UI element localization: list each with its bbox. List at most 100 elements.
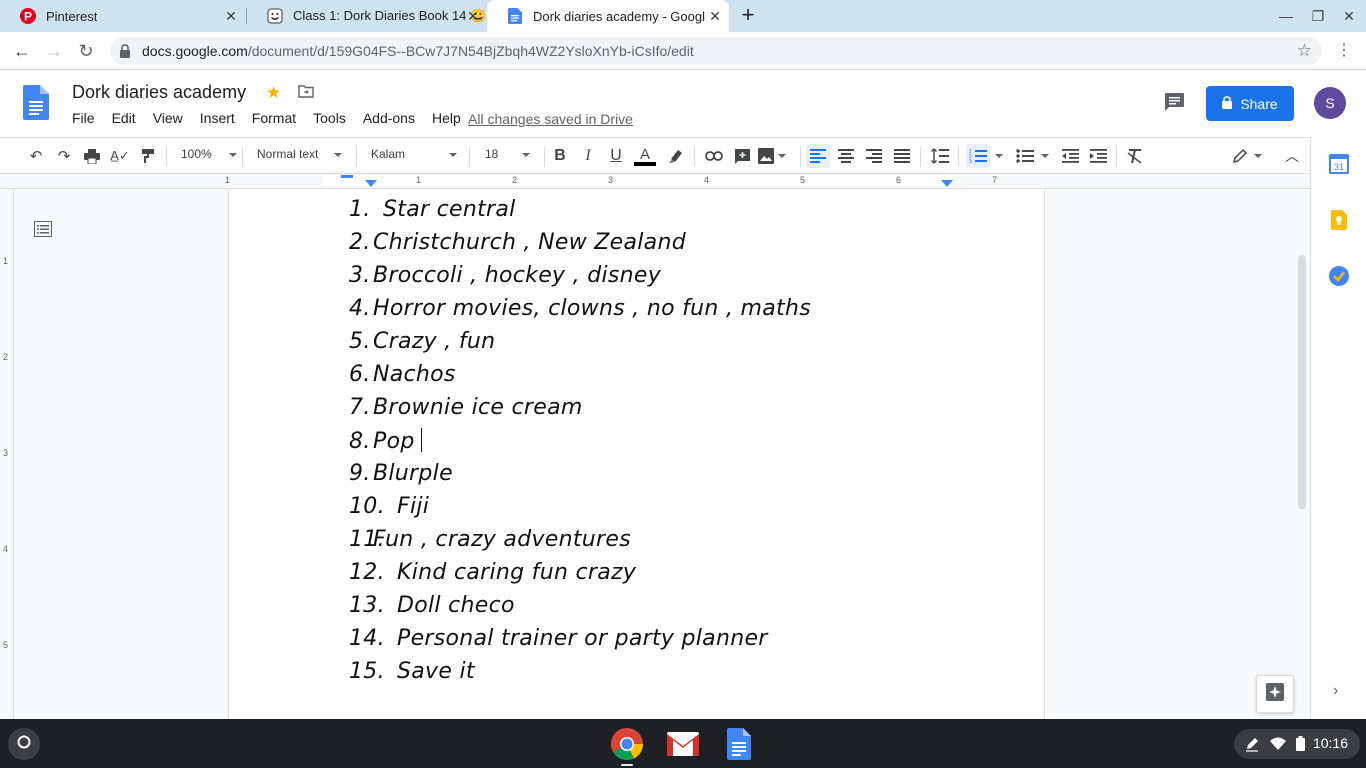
line-spacing-icon[interactable] — [928, 144, 952, 168]
list-item[interactable]: 14. Personal trainer or party planner — [349, 626, 768, 651]
spellcheck-icon[interactable]: A̲✓ — [108, 144, 132, 168]
browser-menu-icon[interactable]: ⋮ — [1336, 40, 1352, 60]
comments-icon[interactable] — [1164, 92, 1185, 117]
left-indent-marker[interactable] — [365, 180, 377, 187]
paragraph-style-select[interactable]: Normal text — [257, 147, 343, 161]
tab-dork-diaries-academy[interactable]: Dork diaries academy - Google D ✕ — [487, 0, 729, 32]
list-item[interactable]: 1. Star central — [349, 197, 516, 222]
url-text[interactable]: docs.google.com/document/d/159G04FS--BCw… — [142, 43, 694, 59]
list-item[interactable]: 11.Fun , crazy adventures — [349, 527, 631, 552]
italic-icon[interactable]: I — [576, 144, 600, 168]
list-text: Pop — [373, 429, 415, 454]
numbered-list-dropdown-icon[interactable] — [992, 144, 1006, 168]
menu-insert[interactable]: Insert — [200, 110, 235, 126]
numbered-list-icon[interactable]: 123 — [966, 144, 990, 168]
zoom-select[interactable]: 100% — [181, 147, 237, 161]
forward-icon[interactable]: → — [42, 40, 66, 62]
font-select[interactable]: Kalam — [371, 147, 458, 161]
menu-edit[interactable]: Edit — [112, 110, 136, 126]
gmail-icon[interactable] — [666, 727, 700, 761]
tab-pinterest[interactable]: P Pinterest ✕ — [0, 0, 245, 32]
restore-icon[interactable]: ❐ — [1308, 6, 1328, 26]
status-tray[interactable]: 10:16 — [1234, 729, 1360, 759]
insert-image-icon[interactable] — [758, 144, 792, 168]
menu-view[interactable]: View — [153, 110, 183, 126]
minimize-icon[interactable]: — — [1276, 6, 1296, 26]
reload-icon[interactable]: ↻ — [74, 40, 98, 62]
side-panel: 31 › — [1310, 137, 1366, 719]
bulleted-list-dropdown-icon[interactable] — [1038, 144, 1052, 168]
insert-link-icon[interactable] — [702, 144, 726, 168]
text-color-icon[interactable]: A — [633, 144, 657, 168]
avatar[interactable]: S — [1314, 87, 1346, 119]
list-item[interactable]: 15. Save it — [349, 659, 475, 684]
share-button[interactable]: Share — [1206, 86, 1294, 121]
list-item[interactable]: 8. Pop — [349, 428, 423, 454]
align-left-icon[interactable] — [806, 144, 830, 168]
right-indent-marker[interactable] — [941, 180, 953, 187]
menu-add-ons[interactable]: Add-ons — [363, 110, 415, 126]
list-item[interactable]: 7. Brownie ice cream — [349, 395, 583, 420]
launcher-button[interactable] — [8, 728, 40, 760]
document-title[interactable]: Dork diaries academy — [72, 82, 246, 103]
underline-icon[interactable]: U — [604, 144, 628, 168]
decrease-indent-icon[interactable] — [1058, 144, 1082, 168]
bold-icon[interactable]: B — [548, 144, 572, 168]
redo-icon[interactable]: ↷ — [52, 144, 76, 168]
bookmark-star-icon[interactable]: ☆ — [1297, 41, 1312, 61]
tasks-icon[interactable] — [1329, 266, 1349, 291]
highlight-color-icon[interactable] — [664, 144, 688, 168]
vertical-scrollbar[interactable] — [1298, 255, 1306, 509]
first-line-indent-marker[interactable] — [341, 175, 353, 178]
move-to-folder-icon[interactable] — [298, 85, 314, 103]
add-comment-icon[interactable] — [730, 144, 754, 168]
style-value: Normal text — [257, 147, 319, 161]
menu-help[interactable]: Help — [432, 110, 461, 126]
back-icon[interactable]: ← — [10, 40, 34, 62]
docs-icon[interactable] — [722, 727, 756, 761]
list-item[interactable]: 9. Blurple — [349, 461, 453, 486]
explore-button[interactable] — [1256, 675, 1294, 713]
address-bar[interactable]: docs.google.com/document/d/159G04FS--BCw… — [110, 37, 1322, 65]
undo-icon[interactable]: ↶ — [24, 144, 48, 168]
calendar-icon[interactable]: 31 — [1329, 154, 1349, 179]
list-item[interactable]: 2. Christchurch , New Zealand — [349, 230, 686, 255]
tab-class-1[interactable]: Class 1: Dork Diaries Book 14 😀 ✕ — [247, 0, 487, 32]
close-tab-icon[interactable]: ✕ — [707, 8, 723, 24]
document-page[interactable]: 1. Star central 2. Christchurch , New Zeal… — [228, 190, 1045, 719]
justify-icon[interactable] — [890, 144, 914, 168]
docs-logo-icon[interactable] — [23, 85, 49, 125]
show-side-panel-icon[interactable]: › — [1333, 682, 1338, 700]
save-status[interactable]: All changes saved in Drive — [468, 111, 633, 127]
font-size-select[interactable]: 18 — [485, 147, 531, 161]
list-item[interactable]: 13. Doll checo — [349, 593, 515, 618]
chrome-icon[interactable] — [610, 727, 644, 761]
close-tab-icon[interactable]: ✕ — [223, 8, 239, 24]
close-window-icon[interactable]: ✕ — [1339, 6, 1359, 26]
list-text: Broccoli , hockey , disney — [373, 263, 662, 288]
editing-mode-icon[interactable] — [1232, 144, 1268, 168]
clear-formatting-icon[interactable] — [1123, 144, 1147, 168]
document-outline-icon[interactable] — [34, 221, 52, 242]
menu-tools[interactable]: Tools — [313, 110, 346, 126]
print-icon[interactable] — [80, 144, 104, 168]
align-center-icon[interactable] — [834, 144, 858, 168]
lock-icon[interactable] — [119, 44, 131, 63]
list-item[interactable]: 12. Kind caring fun crazy — [349, 560, 636, 585]
list-item[interactable]: 5. Crazy , fun — [349, 329, 495, 354]
bulleted-list-icon[interactable] — [1013, 144, 1037, 168]
list-item[interactable]: 4. Horror movies, clowns , no fun , maths — [349, 296, 811, 321]
list-item[interactable]: 10. Fiji — [349, 494, 429, 519]
menu-file[interactable]: File — [72, 110, 95, 126]
keep-icon[interactable] — [1331, 210, 1347, 235]
star-icon[interactable]: ★ — [266, 83, 281, 103]
new-tab-button[interactable]: + — [737, 4, 759, 28]
list-item[interactable]: 6. Nachos — [349, 362, 456, 387]
collapse-menus-icon[interactable]: ︿ — [1280, 144, 1304, 168]
list-item[interactable]: 3. Broccoli , hockey , disney — [349, 263, 661, 288]
close-tab-icon[interactable]: ✕ — [465, 8, 481, 24]
paint-format-icon[interactable] — [136, 144, 160, 168]
align-right-icon[interactable] — [862, 144, 886, 168]
menu-format[interactable]: Format — [252, 110, 296, 126]
increase-indent-icon[interactable] — [1086, 144, 1110, 168]
